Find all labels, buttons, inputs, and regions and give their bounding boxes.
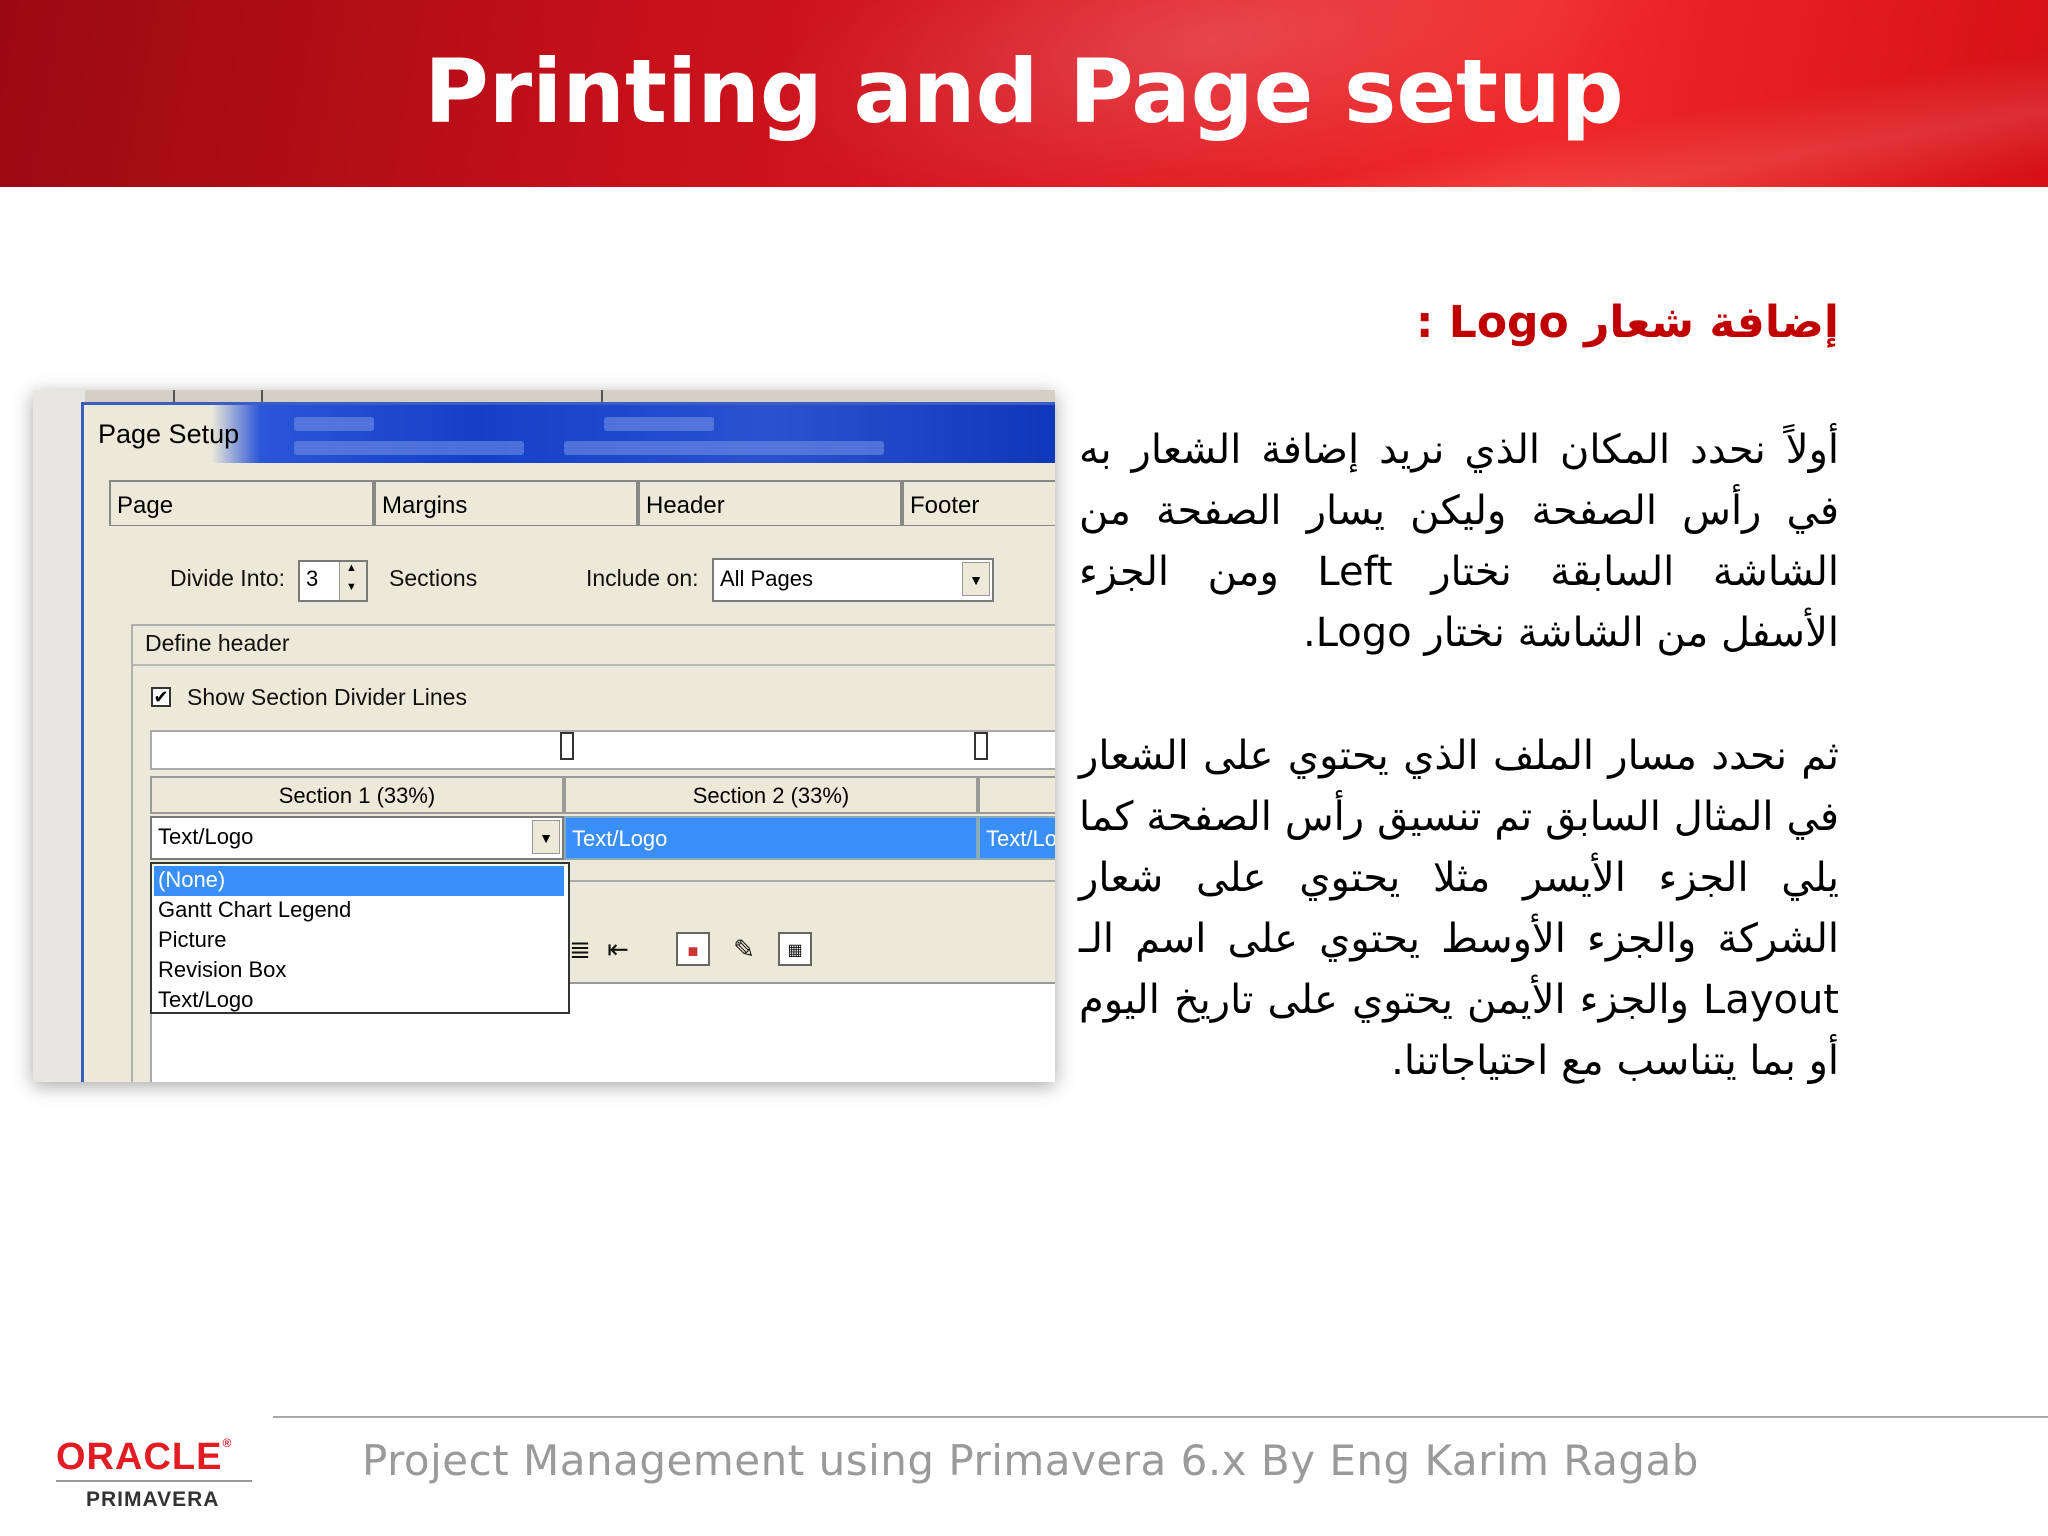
section-1-header: Section 1 (33%): [150, 776, 564, 814]
divider-marker-2[interactable]: [974, 732, 988, 760]
oracle-logo: ORACLE®: [56, 1436, 232, 1479]
section-2-cell[interactable]: Text/Logo: [564, 816, 978, 860]
section-3-value: Text/Lo: [986, 826, 1055, 851]
blurred-title-text: [564, 441, 884, 455]
section-ruler: [150, 730, 1055, 770]
chevron-down-icon[interactable]: ▼: [532, 820, 560, 854]
dropdown-option-label: Gantt Chart Legend: [158, 897, 352, 922]
dropdown-option-none[interactable]: (None): [154, 866, 564, 896]
divider: [133, 664, 1055, 666]
divide-into-value: 3: [306, 566, 319, 591]
footer-text: Project Management using Primavera 6.x B…: [362, 1436, 1699, 1485]
include-on-label: Include on:: [586, 565, 699, 591]
footer-divider: [273, 1416, 2048, 1418]
paragraph-2: ثم نحدد مسار الملف الذي يحتوي على الشعار…: [1079, 733, 1839, 1084]
blurred-title-text: [294, 441, 524, 455]
oracle-logo-text: ORACLE: [56, 1436, 223, 1478]
logo-heading: إضافة شعار Logo :: [1415, 297, 1839, 348]
insert-picture-icon[interactable]: ■: [676, 932, 710, 966]
page-setup-screenshot: Page Setup Page Margins Header Footer Di…: [33, 390, 1055, 1082]
tab-margins[interactable]: Margins: [374, 480, 638, 526]
divider-marker-1[interactable]: [560, 732, 574, 760]
tab-margins-label: Margins: [382, 492, 468, 519]
dropdown-option-label: Revision Box: [158, 957, 287, 982]
slide-title: Printing and Page setup: [424, 40, 1624, 143]
dropdown-option-label: (None): [158, 867, 226, 892]
tab-footer[interactable]: Footer: [902, 480, 1055, 526]
include-on-select[interactable]: All Pages ▼: [712, 558, 994, 602]
dropdown-option-picture[interactable]: Picture: [154, 926, 564, 956]
title-band: Printing and Page setup: [0, 0, 2048, 187]
tab-page[interactable]: Page: [109, 480, 374, 526]
blurred-title-text: [294, 417, 374, 431]
divide-into-label: Divide Into:: [170, 565, 286, 591]
blurred-title-text: [604, 417, 714, 431]
logo-divider: [56, 1480, 252, 1482]
section-3-header: [978, 776, 1055, 814]
dropdown-option-text-logo[interactable]: Text/Logo: [154, 986, 564, 1016]
tab-footer-label: Footer: [910, 492, 980, 519]
chevron-down-icon[interactable]: ▼: [962, 562, 990, 596]
dropdown-option-revision-box[interactable]: Revision Box: [154, 956, 564, 986]
show-dividers-label: Show Section Divider Lines: [187, 684, 467, 710]
section-1-value: Text/Logo: [158, 824, 254, 849]
paragraph-1: أولاً نحدد المكان الذي نريد إضافة الشعار…: [1079, 427, 1840, 656]
section-1-header-label: Section 1 (33%): [278, 783, 436, 808]
registered-mark-icon: ®: [222, 1436, 233, 1450]
section-2-value: Text/Logo: [572, 826, 668, 851]
outdent-icon[interactable]: ⇤: [601, 932, 635, 966]
dialog-title-bar[interactable]: Page Setup: [84, 405, 1055, 463]
dropdown-option-gantt-legend[interactable]: Gantt Chart Legend: [154, 896, 564, 926]
show-dividers-checkbox[interactable]: ✔: [151, 687, 171, 707]
tab-header[interactable]: Header: [638, 480, 902, 526]
divide-into-spinner[interactable]: 3: [298, 560, 368, 602]
include-on-value: All Pages: [720, 566, 813, 591]
formatting-strip: [568, 880, 1055, 924]
spinner-arrows-icon[interactable]: [339, 562, 366, 600]
dropdown-option-label: Picture: [158, 927, 227, 952]
primavera-logo-text: PRIMAVERA: [86, 1488, 220, 1511]
section-1-dropdown-list: (None) Gantt Chart Legend Picture Revisi…: [150, 862, 570, 1014]
tab-header-label: Header: [646, 492, 725, 519]
define-header-label: Define header: [145, 630, 290, 656]
background-strip: [33, 390, 87, 1082]
section-2-header: Section 2 (33%): [564, 776, 978, 814]
hyperlink-icon[interactable]: ✎: [727, 932, 761, 966]
field-icon[interactable]: ▦: [778, 932, 812, 966]
sections-label: Sections: [389, 565, 478, 591]
dropdown-option-label: Text/Logo: [158, 987, 254, 1012]
section-2-header-label: Section 2 (33%): [692, 783, 850, 808]
tab-page-label: Page: [117, 492, 174, 519]
section-3-cell[interactable]: Text/Lo: [978, 816, 1055, 860]
section-1-select[interactable]: Text/Logo ▼: [150, 816, 564, 860]
dialog-title: Page Setup: [98, 419, 240, 449]
